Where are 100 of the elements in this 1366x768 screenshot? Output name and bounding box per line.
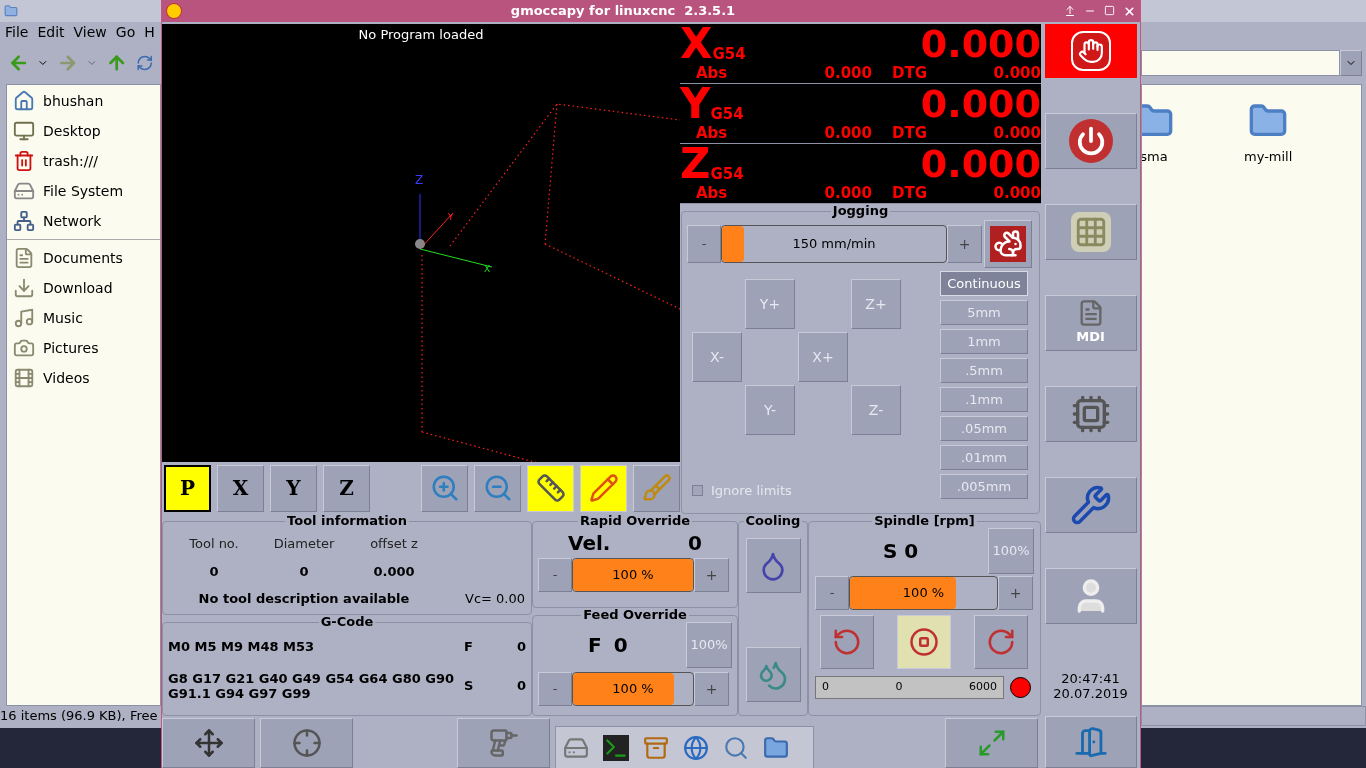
- terminal-icon: [603, 735, 629, 761]
- exit-button[interactable]: [1044, 716, 1137, 768]
- function-button[interactable]: [457, 718, 550, 768]
- sidebar-item[interactable]: Pictures: [7, 333, 160, 363]
- folder-item[interactable]: my-mill: [1244, 101, 1293, 705]
- decrease-button[interactable]: -: [538, 672, 572, 706]
- clock-time: 20:47:41: [1061, 671, 1120, 686]
- maximize-icon[interactable]: [1104, 4, 1115, 16]
- rabbit-icon: [990, 226, 1026, 262]
- sidebar-item[interactable]: bhushan: [7, 86, 160, 116]
- feed-value: 0: [613, 632, 628, 659]
- menu-item[interactable]: H: [144, 21, 155, 43]
- axis-letter: Z: [680, 144, 711, 184]
- view-button[interactable]: Y: [270, 464, 317, 512]
- side-button[interactable]: [1044, 204, 1137, 260]
- keep-above-icon[interactable]: [1064, 4, 1076, 17]
- spindle-button[interactable]: [897, 615, 951, 669]
- search-icon: [723, 735, 749, 761]
- preview-message: No Program loaded: [357, 26, 485, 44]
- sidebar-item[interactable]: trash:///: [7, 146, 160, 176]
- download-folder-icon: [13, 277, 35, 299]
- decrease-button[interactable]: -: [815, 576, 849, 610]
- brush-icon: [641, 473, 672, 503]
- checkbox[interactable]: [692, 484, 703, 496]
- function-button[interactable]: [162, 718, 255, 768]
- coordinate-system: G54: [710, 167, 744, 182]
- menu-item[interactable]: File: [5, 21, 29, 43]
- cabinet-icon: [643, 735, 669, 761]
- globe-icon: [683, 735, 709, 761]
- feed-label: F: [464, 638, 474, 656]
- menu-item[interactable]: Go: [115, 21, 136, 43]
- override-slider[interactable]: 100 %: [849, 576, 998, 610]
- fullscreen-button[interactable]: [945, 718, 1038, 768]
- coolant-button[interactable]: [745, 647, 801, 702]
- axis-position: 0.000: [919, 144, 1041, 184]
- desktop-icon: [13, 120, 35, 142]
- coolant-button[interactable]: [745, 538, 801, 593]
- sidebar-item[interactable]: Music: [7, 303, 160, 333]
- override-slider[interactable]: 100 %: [572, 672, 694, 706]
- side-button[interactable]: [1044, 477, 1137, 533]
- sidebar-item[interactable]: Videos: [7, 363, 160, 393]
- keypad-icon: [1070, 212, 1111, 252]
- menu-item[interactable]: View: [73, 21, 107, 43]
- home-folder-icon: [13, 90, 35, 112]
- override-slider[interactable]: 150 mm/min: [721, 225, 947, 263]
- dropdown-button[interactable]: [1340, 50, 1362, 76]
- launcher-button[interactable]: [602, 734, 630, 762]
- side-button[interactable]: [1044, 568, 1137, 624]
- increase-button[interactable]: +: [998, 576, 1033, 610]
- increase-button[interactable]: +: [694, 672, 729, 706]
- sidebar-item[interactable]: Download: [7, 273, 160, 303]
- view-button[interactable]: P: [164, 464, 211, 512]
- decrease-button[interactable]: -: [687, 225, 721, 263]
- view-button[interactable]: Z: [323, 464, 370, 512]
- stop-hand-icon: [1070, 31, 1111, 71]
- folder-icon: [763, 735, 789, 761]
- absolute-label: Abs: [696, 64, 729, 82]
- clock-date: 20.07.2019: [1053, 686, 1128, 701]
- cutting-speed: Vc= 0.00: [465, 590, 525, 608]
- toolpath-preview[interactable]: No Program loaded Z Y X: [162, 24, 680, 462]
- spindle-button[interactable]: [820, 615, 874, 669]
- increase-button[interactable]: +: [947, 225, 982, 263]
- trash-icon: [13, 150, 35, 172]
- decrease-button[interactable]: -: [538, 558, 572, 592]
- tool-value: 0: [298, 562, 310, 581]
- dtg-label: DTG: [891, 184, 928, 202]
- side-button[interactable]: [1044, 386, 1137, 442]
- override-slider[interactable]: 100 %: [572, 558, 694, 592]
- music-folder-icon: [13, 307, 35, 329]
- side-button[interactable]: [1044, 24, 1137, 78]
- sidebar-item[interactable]: Documents: [7, 243, 160, 273]
- tool-description: No tool description available: [197, 590, 411, 608]
- active-g-codes: G8 G17 G21 G40 G49 G54 G64 G80 G90 G91.1 G94 G97 G99: [168, 670, 455, 701]
- drill-icon: [488, 728, 519, 758]
- preview-tool-button[interactable]: [527, 464, 574, 512]
- rapid-jog-button[interactable]: [984, 220, 1032, 268]
- sidebar-item[interactable]: File System: [7, 176, 160, 206]
- column-header: Diameter: [272, 535, 336, 553]
- network-icon: [13, 210, 35, 232]
- location-field[interactable]: [1141, 50, 1340, 76]
- reload-icon[interactable]: [135, 54, 153, 72]
- drive-icon: [563, 735, 589, 761]
- menu-item[interactable]: Edit: [37, 21, 65, 43]
- increment-button[interactable]: Continuous: [940, 271, 1028, 296]
- sidebar-item[interactable]: Desktop: [7, 116, 160, 146]
- view-button[interactable]: X: [217, 464, 264, 512]
- side-button[interactable]: [1044, 113, 1137, 169]
- spindle-button[interactable]: [974, 615, 1028, 669]
- crosshair-icon: [291, 728, 322, 758]
- close-icon[interactable]: [1123, 4, 1136, 18]
- function-button[interactable]: [260, 718, 353, 768]
- frame-title: Spindle [rpm]: [873, 514, 976, 528]
- frame-title: Tool information: [286, 514, 408, 528]
- arrows-icon: [193, 728, 224, 758]
- frame-title: Feed Override: [582, 608, 688, 622]
- preview-tool-button[interactable]: [580, 464, 627, 512]
- exit-door-icon: [1073, 725, 1108, 759]
- sidebar-item[interactable]: Network: [7, 206, 160, 236]
- increase-button[interactable]: +: [694, 558, 729, 592]
- axis-position: 0.000: [919, 84, 1041, 124]
